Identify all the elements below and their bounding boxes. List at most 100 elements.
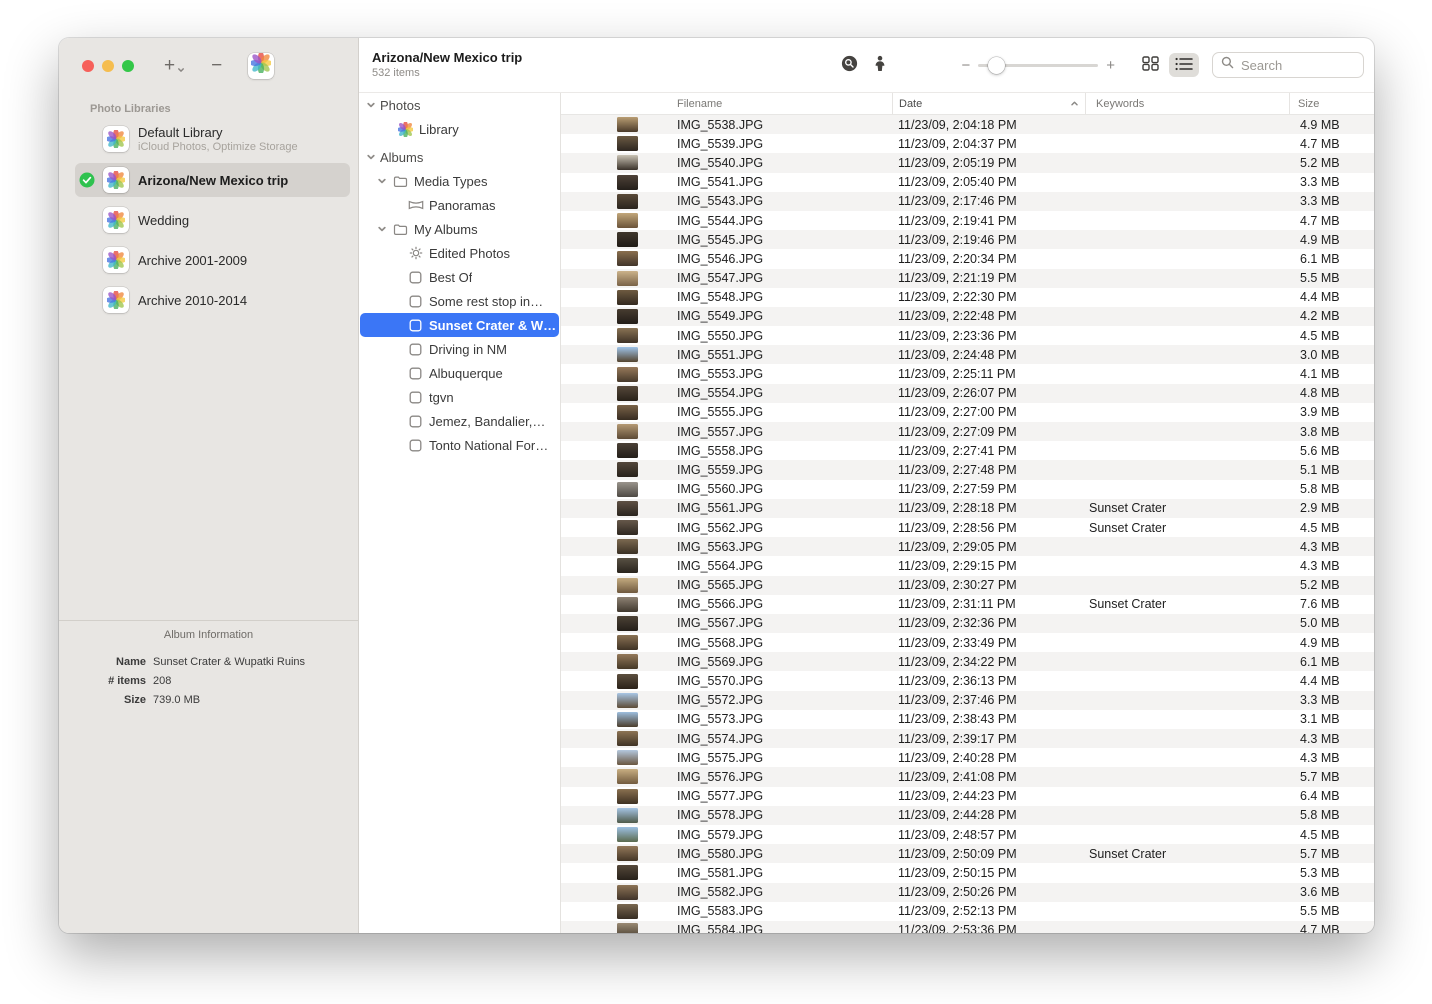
table-row[interactable]: IMG_5553.JPG11/23/09, 2:25:11 PM4.1 MB — [561, 364, 1374, 383]
size-cell: 3.1 MB — [1289, 712, 1374, 726]
find-duplicates-button[interactable] — [841, 55, 858, 75]
table-row[interactable]: IMG_5546.JPG11/23/09, 2:20:34 PM6.1 MB — [561, 249, 1374, 268]
tree-item-tgvn[interactable]: tgvn — [360, 385, 559, 409]
table-row[interactable]: IMG_5582.JPG11/23/09, 2:50:26 PM3.6 MB — [561, 883, 1374, 902]
size-cell: 5.7 MB — [1289, 847, 1374, 861]
table-row[interactable]: IMG_5576.JPG11/23/09, 2:41:08 PM5.7 MB — [561, 767, 1374, 786]
zoom-button[interactable] — [122, 60, 134, 72]
size-cell: 4.5 MB — [1289, 329, 1374, 343]
search-field[interactable] — [1212, 52, 1364, 78]
table-row[interactable]: IMG_5562.JPG11/23/09, 2:28:56 PMSunset C… — [561, 518, 1374, 537]
add-library-button[interactable]: + — [164, 54, 185, 78]
library-item-archive-2001-2009[interactable]: Archive 2001-2009 — [75, 243, 350, 277]
people-button[interactable] — [873, 55, 887, 75]
library-item-arizona-new-mexico-trip[interactable]: Arizona/New Mexico trip — [75, 163, 350, 197]
table-row[interactable]: IMG_5539.JPG11/23/09, 2:04:37 PM4.7 MB — [561, 134, 1374, 153]
filename-cell: IMG_5566.JPG — [561, 597, 892, 612]
zoom-in-label[interactable]: + — [1106, 58, 1115, 73]
table-row[interactable]: IMG_5578.JPG11/23/09, 2:44:28 PM5.8 MB — [561, 806, 1374, 825]
tree-item-albums[interactable]: Albums — [360, 145, 559, 169]
album-icon — [406, 439, 425, 452]
search-input[interactable] — [1239, 57, 1355, 74]
check-icon[interactable] — [79, 172, 103, 188]
close-button[interactable] — [82, 60, 94, 72]
tree-item-library[interactable]: Library — [360, 117, 559, 141]
search-icon — [1221, 56, 1234, 74]
table-row[interactable]: IMG_5560.JPG11/23/09, 2:27:59 PM5.8 MB — [561, 480, 1374, 499]
column-header-keywords[interactable]: Keywords — [1085, 93, 1289, 114]
table-row[interactable]: IMG_5554.JPG11/23/09, 2:26:07 PM4.8 MB — [561, 384, 1374, 403]
table-row[interactable]: IMG_5543.JPG11/23/09, 2:17:46 PM3.3 MB — [561, 192, 1374, 211]
table-row[interactable]: IMG_5566.JPG11/23/09, 2:31:11 PMSunset C… — [561, 595, 1374, 614]
table-row[interactable]: IMG_5545.JPG11/23/09, 2:19:46 PM4.9 MB — [561, 230, 1374, 249]
tree-item-photos[interactable]: Photos — [360, 93, 559, 117]
table-row[interactable]: IMG_5567.JPG11/23/09, 2:32:36 PM5.0 MB — [561, 614, 1374, 633]
table-row[interactable]: IMG_5555.JPG11/23/09, 2:27:00 PM3.9 MB — [561, 403, 1374, 422]
list-view-button[interactable] — [1169, 53, 1199, 77]
tree-item-media-types[interactable]: Media Types — [360, 169, 559, 193]
column-header-size[interactable]: Size — [1289, 93, 1374, 114]
table-row[interactable]: IMG_5558.JPG11/23/09, 2:27:41 PM5.6 MB — [561, 441, 1374, 460]
zoom-slider-knob[interactable] — [988, 57, 1005, 74]
tree-item-jemez-bandalier[interactable]: Jemez, Bandalier,… — [360, 409, 559, 433]
library-item-default-library[interactable]: Default LibraryiCloud Photos, Optimize S… — [75, 121, 350, 157]
table-row[interactable]: IMG_5572.JPG11/23/09, 2:37:46 PM3.3 MB — [561, 691, 1374, 710]
table-row[interactable]: IMG_5581.JPG11/23/09, 2:50:15 PM5.3 MB — [561, 863, 1374, 882]
chevron-down-icon[interactable] — [366, 100, 376, 110]
table-row[interactable]: IMG_5574.JPG11/23/09, 2:39:17 PM4.3 MB — [561, 729, 1374, 748]
table-row[interactable]: IMG_5557.JPG11/23/09, 2:27:09 PM3.8 MB — [561, 422, 1374, 441]
column-header-date[interactable]: Date — [892, 93, 1085, 114]
table-row[interactable]: IMG_5568.JPG11/23/09, 2:33:49 PM4.9 MB — [561, 633, 1374, 652]
table-row[interactable]: IMG_5541.JPG11/23/09, 2:05:40 PM3.3 MB — [561, 173, 1374, 192]
tree-item-driving-in-nm[interactable]: Driving in NM — [360, 337, 559, 361]
table-row[interactable]: IMG_5570.JPG11/23/09, 2:36:13 PM4.4 MB — [561, 671, 1374, 690]
grid-view-button[interactable] — [1135, 53, 1165, 77]
date-cell: 11/23/09, 2:37:46 PM — [892, 693, 1085, 707]
table-row[interactable]: IMG_5550.JPG11/23/09, 2:23:36 PM4.5 MB — [561, 326, 1374, 345]
table-row[interactable]: IMG_5561.JPG11/23/09, 2:28:18 PMSunset C… — [561, 499, 1374, 518]
table-row[interactable]: IMG_5583.JPG11/23/09, 2:52:13 PM5.5 MB — [561, 902, 1374, 921]
zoom-slider-track[interactable] — [978, 64, 1098, 67]
library-item-archive-2010-2014[interactable]: Archive 2010-2014 — [75, 283, 350, 317]
table-row[interactable]: IMG_5540.JPG11/23/09, 2:05:19 PM5.2 MB — [561, 153, 1374, 172]
filename-text: IMG_5549.JPG — [677, 309, 763, 323]
table-row[interactable]: IMG_5551.JPG11/23/09, 2:24:48 PM3.0 MB — [561, 345, 1374, 364]
table-row[interactable]: IMG_5564.JPG11/23/09, 2:29:15 PM4.3 MB — [561, 556, 1374, 575]
tree-item-panoramas[interactable]: Panoramas — [360, 193, 559, 217]
size-cell: 4.7 MB — [1289, 137, 1374, 151]
table-row[interactable]: IMG_5547.JPG11/23/09, 2:21:19 PM5.5 MB — [561, 269, 1374, 288]
chevron-down-icon[interactable] — [366, 152, 376, 162]
minimize-button[interactable] — [102, 60, 114, 72]
tree-item-my-albums[interactable]: My Albums — [360, 217, 559, 241]
library-item-wedding[interactable]: Wedding — [75, 203, 350, 237]
table-row[interactable]: IMG_5549.JPG11/23/09, 2:22:48 PM4.2 MB — [561, 307, 1374, 326]
tree-item-albuquerque[interactable]: Albuquerque — [360, 361, 559, 385]
tree-item-edited-photos[interactable]: Edited Photos — [360, 241, 559, 265]
table-row[interactable]: IMG_5569.JPG11/23/09, 2:34:22 PM6.1 MB — [561, 652, 1374, 671]
table-row[interactable]: IMG_5563.JPG11/23/09, 2:29:05 PM4.3 MB — [561, 537, 1374, 556]
table-row[interactable]: IMG_5584.JPG11/23/09, 2:53:36 PM4.7 MB — [561, 921, 1374, 933]
tree-item-best-of[interactable]: Best Of — [360, 265, 559, 289]
table-row[interactable]: IMG_5559.JPG11/23/09, 2:27:48 PM5.1 MB — [561, 460, 1374, 479]
tree-item-tonto-national-for[interactable]: Tonto National For… — [360, 433, 559, 457]
date-cell: 11/23/09, 2:32:36 PM — [892, 616, 1085, 630]
size-cell: 4.9 MB — [1289, 118, 1374, 132]
photo-thumbnail — [617, 482, 638, 497]
table-row[interactable]: IMG_5575.JPG11/23/09, 2:40:28 PM4.3 MB — [561, 748, 1374, 767]
tree-item-some-rest-stop-in[interactable]: Some rest stop in… — [360, 289, 559, 313]
table-row[interactable]: IMG_5565.JPG11/23/09, 2:30:27 PM5.2 MB — [561, 576, 1374, 595]
table-row[interactable]: IMG_5548.JPG11/23/09, 2:22:30 PM4.4 MB — [561, 288, 1374, 307]
table-row[interactable]: IMG_5538.JPG11/23/09, 2:04:18 PM4.9 MB — [561, 115, 1374, 134]
table-row[interactable]: IMG_5577.JPG11/23/09, 2:44:23 PM6.4 MB — [561, 787, 1374, 806]
table-row[interactable]: IMG_5544.JPG11/23/09, 2:19:41 PM4.7 MB — [561, 211, 1374, 230]
chevron-down-icon[interactable] — [377, 176, 387, 186]
tree-item-sunset-crater-w[interactable]: Sunset Crater & W… — [360, 313, 559, 337]
remove-library-button[interactable]: − — [211, 56, 222, 75]
table-row[interactable]: IMG_5573.JPG11/23/09, 2:38:43 PM3.1 MB — [561, 710, 1374, 729]
table-row[interactable]: IMG_5579.JPG11/23/09, 2:48:57 PM4.5 MB — [561, 825, 1374, 844]
tree-item-label: Best Of — [429, 270, 472, 285]
table-row[interactable]: IMG_5580.JPG11/23/09, 2:50:09 PMSunset C… — [561, 844, 1374, 863]
column-header-filename[interactable]: Filename — [561, 93, 892, 114]
zoom-out-label[interactable]: − — [961, 58, 970, 73]
chevron-down-icon[interactable] — [377, 224, 387, 234]
